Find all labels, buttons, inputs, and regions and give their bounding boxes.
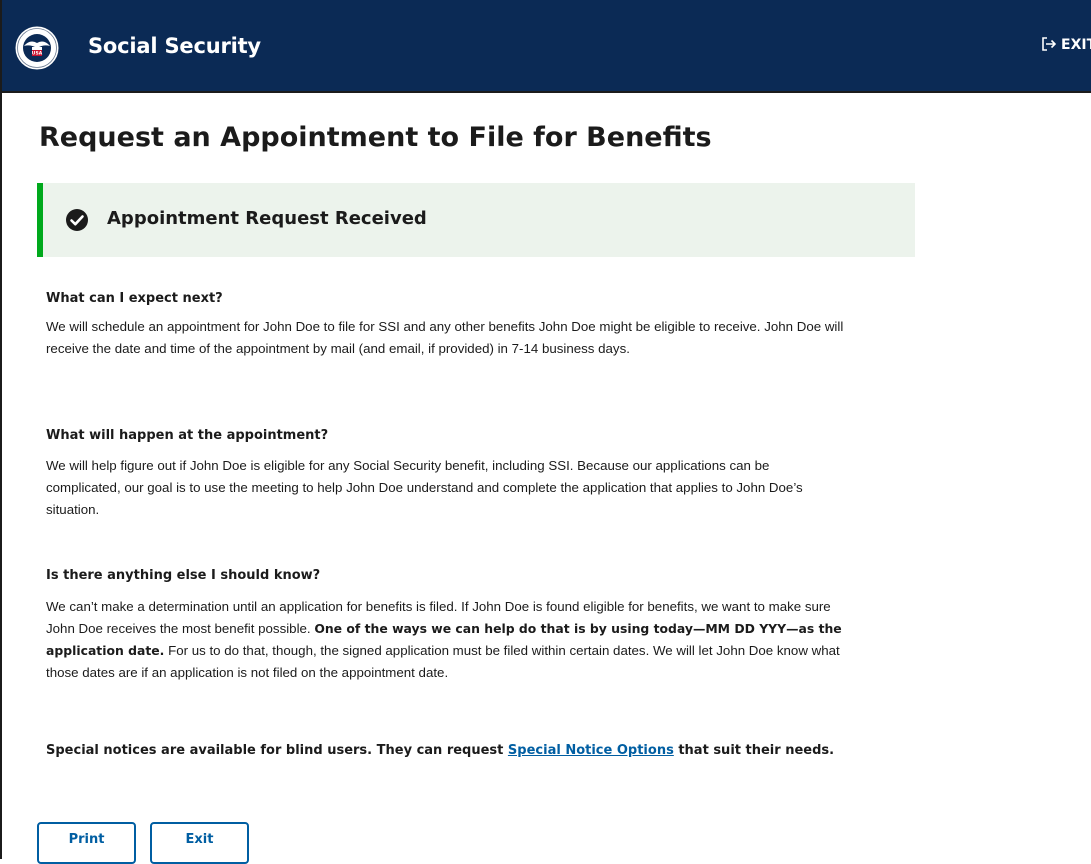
alert-title: Appointment Request Received xyxy=(107,208,427,229)
section-body-appointment: We will help figure out if John Doe is e… xyxy=(46,458,803,517)
ssa-seal-icon[interactable]: USA xyxy=(14,25,60,71)
header-exit-label: EXIT xyxy=(1061,37,1091,53)
body-text-end: For us to do that, though, the signed ap… xyxy=(46,643,840,680)
special-notice: Special notices are available for blind … xyxy=(46,743,834,758)
page-frame: USA Social Security EXIT Request an Appo… xyxy=(0,0,1091,864)
success-alert: Appointment Request Received xyxy=(37,183,915,257)
section-heading-next: What can I expect next? xyxy=(46,291,223,306)
print-button[interactable]: Print xyxy=(37,822,136,864)
section-body-next: We will schedule an appointment for John… xyxy=(46,319,844,356)
exit-button[interactable]: Exit xyxy=(150,822,249,864)
header-exit-link[interactable]: EXIT xyxy=(1041,36,1091,53)
seal-text: USA xyxy=(32,51,43,57)
notice-text-end: that suit their needs. xyxy=(673,743,835,758)
section-heading-else: Is there anything else I should know? xyxy=(46,568,321,583)
section-heading-appointment: What will happen at the appointment? xyxy=(46,428,329,443)
check-circle-icon xyxy=(66,209,88,231)
notice-text: Special notices are available for blind … xyxy=(46,743,508,758)
sign-out-icon xyxy=(1042,37,1057,51)
special-notice-options-link[interactable]: Special Notice Options xyxy=(508,743,674,758)
page-title: Request an Appointment to File for Benef… xyxy=(39,122,712,153)
section-body-else: We can’t make a determination until an a… xyxy=(46,596,846,684)
site-header: USA Social Security EXIT xyxy=(2,0,1091,93)
site-brand[interactable]: Social Security xyxy=(88,34,261,58)
